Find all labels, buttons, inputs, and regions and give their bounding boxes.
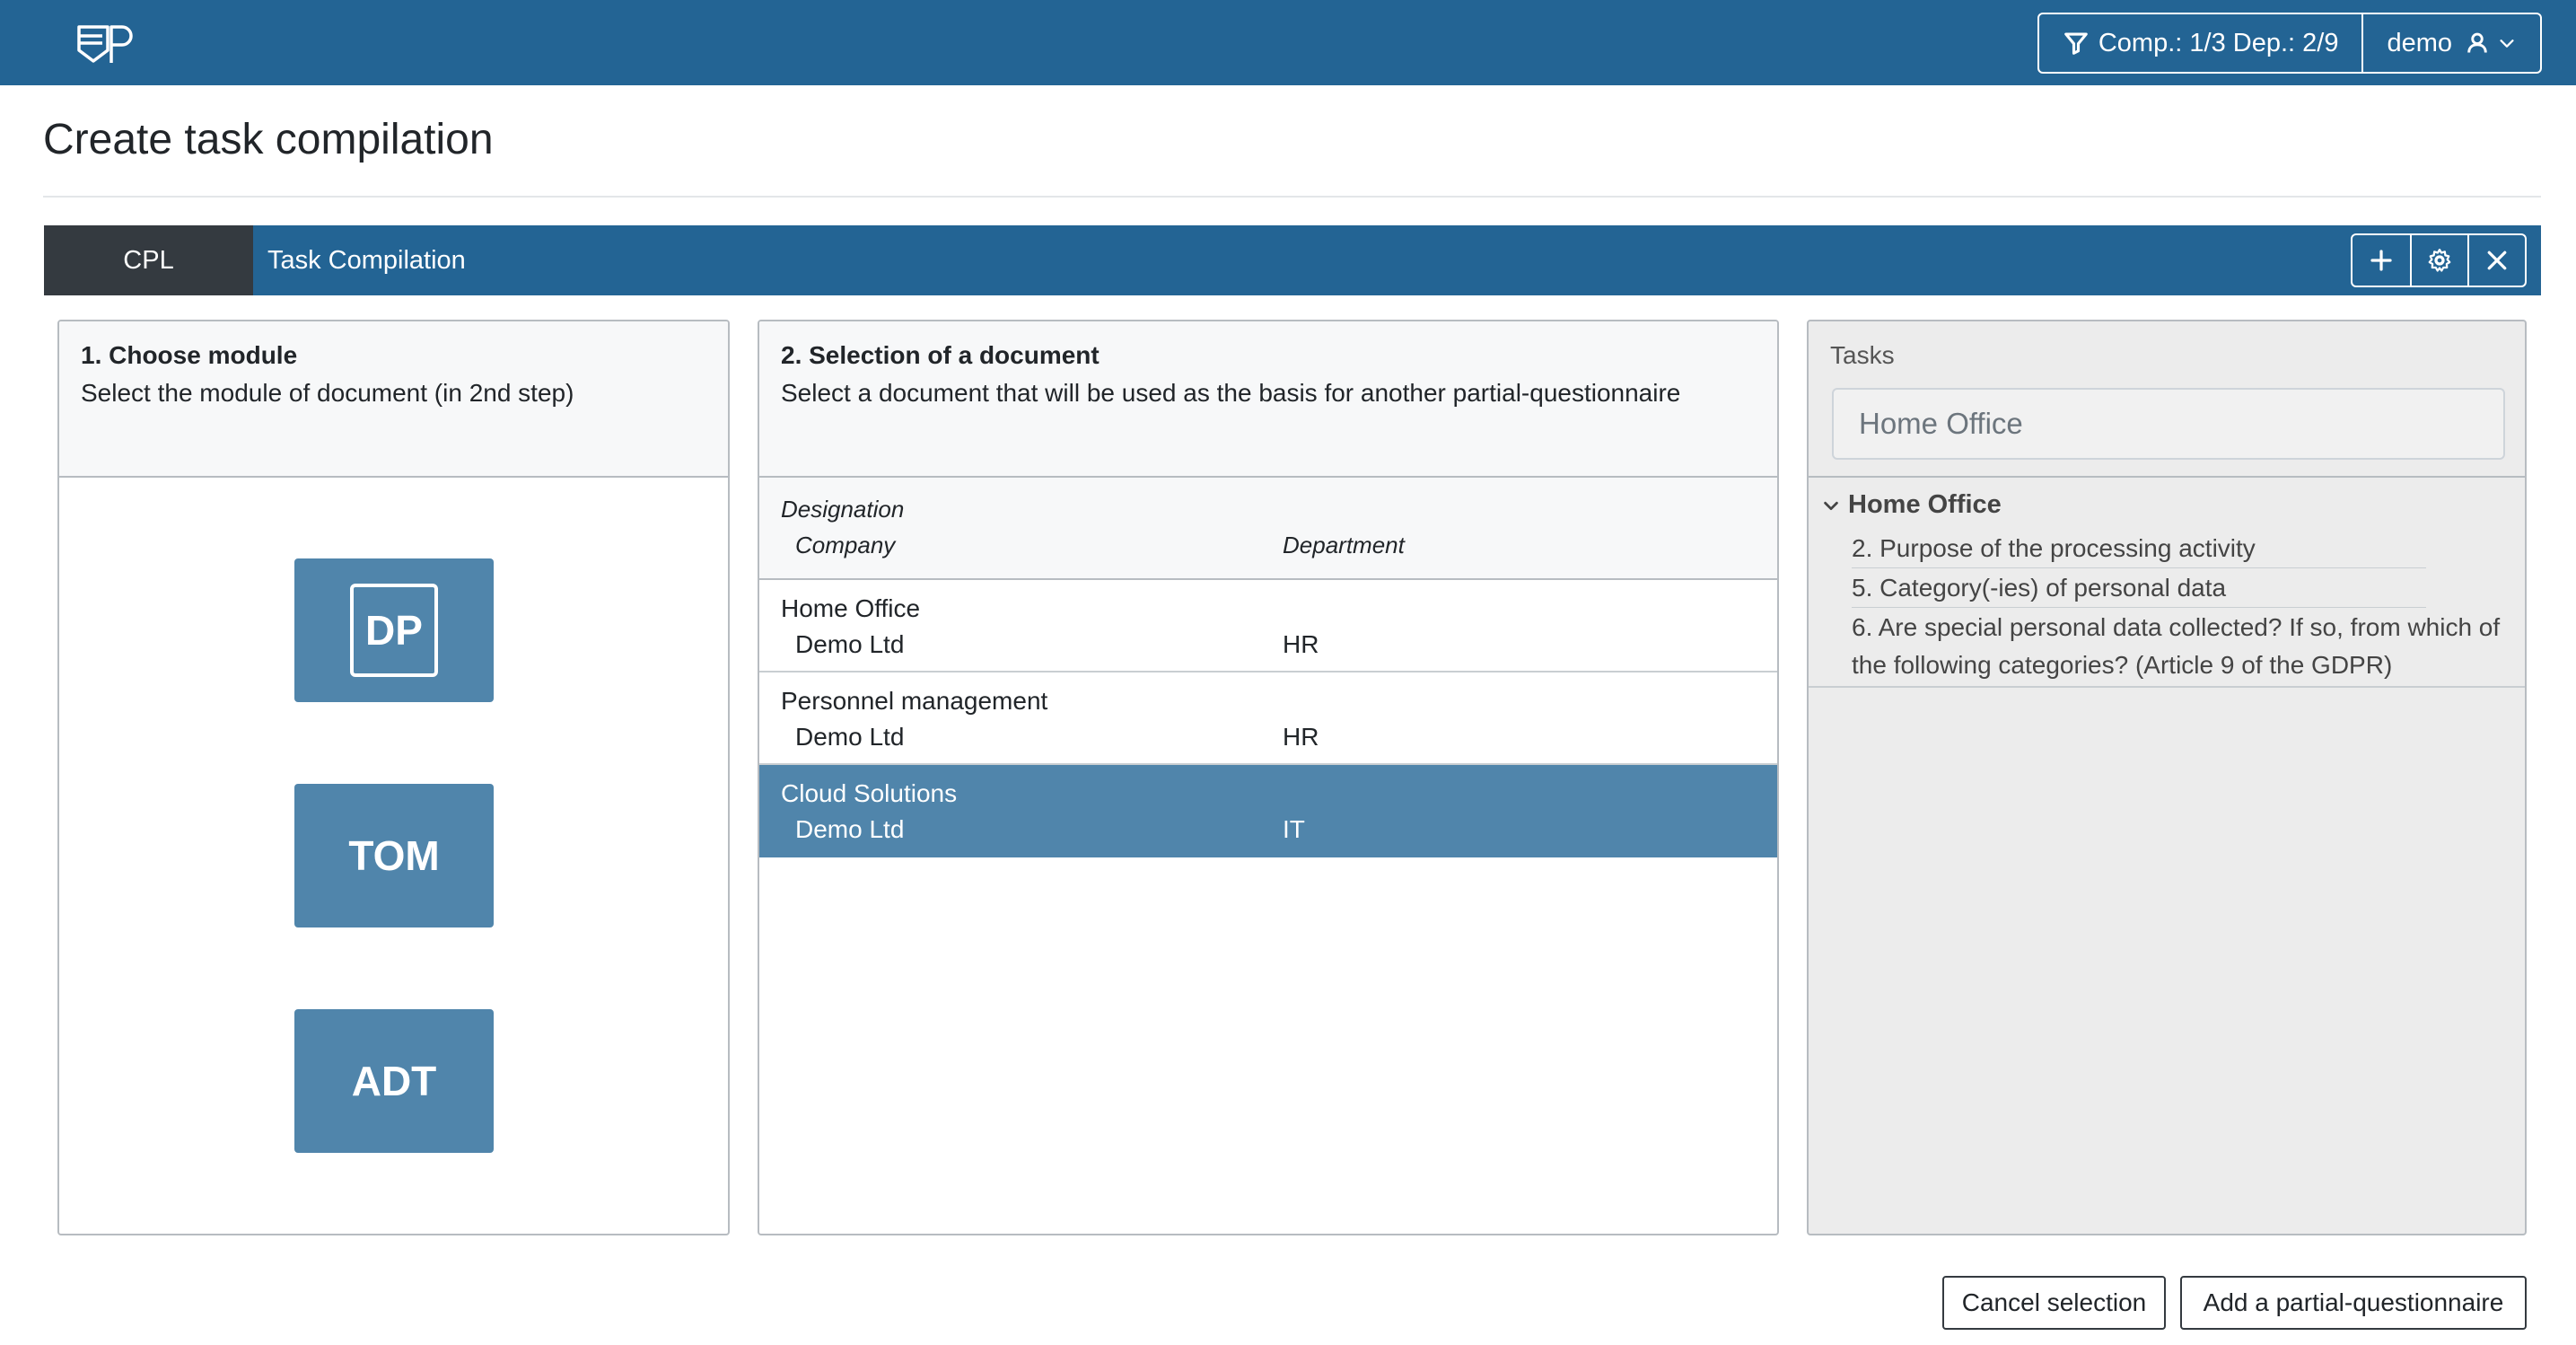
gear-icon — [2428, 249, 2451, 272]
title-divider — [43, 196, 2541, 198]
table-row[interactable]: Personnel management Demo Ltd HR — [759, 672, 1777, 765]
row-company: Demo Ltd — [795, 630, 905, 658]
filter-label: Comp.: 1/3 Dep.: 2/9 — [2098, 28, 2339, 57]
table-row-selected[interactable]: Cloud Solutions Demo Ltd IT — [759, 765, 1777, 857]
top-navbar: Comp.: 1/3 Dep.: 2/9 demo — [0, 0, 2576, 85]
row-company: Demo Ltd — [795, 723, 905, 751]
close-button[interactable] — [2467, 235, 2525, 286]
document-table-header: Designation Company Department — [759, 478, 1777, 580]
tab-task-compilation[interactable]: Task Compilation — [267, 225, 466, 295]
task-group-title: Home Office — [1848, 490, 2002, 519]
user-icon — [2467, 32, 2487, 53]
tasks-document-field[interactable] — [1832, 388, 2505, 460]
close-icon — [2487, 251, 2507, 270]
task-item[interactable]: 6. Are special personal data collected? … — [1852, 609, 2516, 684]
header-button-group: Comp.: 1/3 Dep.: 2/9 demo — [2037, 13, 2542, 74]
row-department: HR — [1283, 723, 1319, 751]
task-item[interactable]: 2. Purpose of the processing activity — [1852, 530, 2426, 568]
choose-module-panel: 1. Choose module Select the module of do… — [57, 320, 730, 1235]
module-dp-button[interactable]: DP — [294, 558, 494, 702]
filter-icon — [2064, 32, 2088, 55]
module-dp-label: DP — [350, 584, 438, 677]
table-row[interactable]: Home Office Demo Ltd HR — [759, 580, 1777, 672]
plus-icon — [2370, 250, 2392, 271]
chevron-down-icon — [1824, 501, 1838, 510]
task-group: Home Office 2. Purpose of the processing… — [1809, 478, 2525, 688]
row-designation: Personnel management — [781, 687, 1048, 715]
cancel-selection-button[interactable]: Cancel selection — [1942, 1276, 2166, 1330]
document-selection-header: 2. Selection of a document Select a docu… — [759, 321, 1777, 478]
choose-module-heading: 1. Choose module — [81, 341, 298, 369]
tasks-panel: Tasks Home Office 2. Purpose of the proc… — [1807, 320, 2527, 1235]
module-tom-button[interactable]: TOM — [294, 784, 494, 927]
add-button[interactable] — [2353, 235, 2410, 286]
row-designation: Cloud Solutions — [781, 779, 958, 807]
tasks-label: Tasks — [1830, 341, 1895, 369]
page-title: Create task compilation — [43, 116, 494, 163]
row-company: Demo Ltd — [795, 815, 905, 843]
module-adt-button[interactable]: ADT — [294, 1009, 494, 1153]
tasks-header: Tasks — [1809, 321, 2525, 478]
choose-module-header: 1. Choose module Select the module of do… — [59, 321, 728, 478]
company-department-filter-button[interactable]: Comp.: 1/3 Dep.: 2/9 — [2039, 14, 2364, 72]
column-department[interactable]: Department — [1283, 532, 1405, 559]
task-group-toggle[interactable]: Home Office — [1821, 490, 2002, 520]
app-logo-icon[interactable] — [75, 23, 140, 65]
chevron-down-icon — [2500, 40, 2514, 48]
settings-button[interactable] — [2410, 235, 2467, 286]
user-name: demo — [2387, 28, 2452, 57]
row-department: HR — [1283, 630, 1319, 658]
column-designation[interactable]: Designation — [781, 496, 904, 523]
document-selection-heading: 2. Selection of a document — [781, 341, 1100, 369]
user-menu-button[interactable]: demo — [2363, 14, 2540, 72]
task-item[interactable]: 5. Category(-ies) of personal data — [1852, 569, 2426, 608]
document-selection-subtext: Select a document that will be used as t… — [781, 379, 1681, 407]
choose-module-subtext: Select the module of document (in 2nd st… — [81, 379, 574, 407]
column-company[interactable]: Company — [795, 532, 895, 559]
tab-actions-group — [2351, 233, 2527, 287]
row-designation: Home Office — [781, 594, 921, 622]
add-partial-questionnaire-button[interactable]: Add a partial-questionnaire — [2180, 1276, 2527, 1330]
document-selection-panel: 2. Selection of a document Select a docu… — [758, 320, 1779, 1235]
tab-cpl[interactable]: CPL — [44, 225, 253, 295]
tab-strip: CPL Task Compilation — [44, 225, 2541, 295]
row-department: IT — [1283, 815, 1305, 843]
